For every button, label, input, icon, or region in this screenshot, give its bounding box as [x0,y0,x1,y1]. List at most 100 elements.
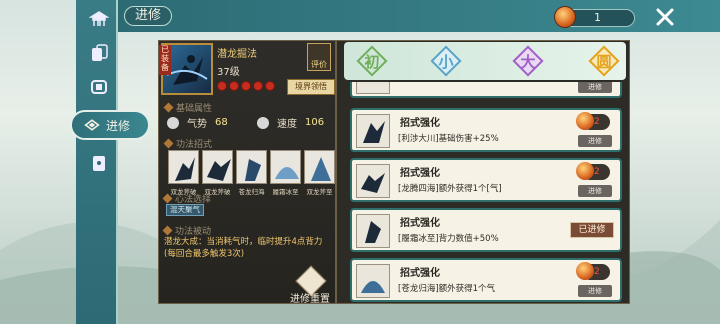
advanced-status-button[interactable]: 已进修 [570,222,614,238]
attr-value: 106 [305,117,325,128]
upgrade-card: 招式强化 [利涉大川]基础伤害+25% 2 进修 [350,108,622,152]
advance-button[interactable]: 进修 [578,135,612,147]
momentum-icon [167,116,179,129]
upgrade-thumb [356,164,390,198]
move-silhouette-icon [175,157,195,181]
reset-button-label[interactable]: 进修重置 [290,290,330,305]
upgrade-title: 招式强化 [400,218,440,229]
star-icon [265,81,275,91]
move-list [168,150,335,184]
nav-advance-label: 进修 [106,118,131,133]
upgrade-title: 招式强化 [400,268,440,279]
dragon-pose-icon [361,173,385,193]
cost-value: 2 [594,267,600,277]
diamond-bullet-icon [162,225,173,236]
currency-coin-icon [554,6,576,28]
upgrade-thumb [356,114,390,148]
move-silhouette-icon [207,159,231,181]
upgrade-desc: [履霜冰至]背力数值+50% [398,234,499,244]
close-icon [656,8,674,26]
base-attrs-label: 基础属性 [176,104,213,114]
dice-icon [93,156,105,171]
scroll-icon [91,80,107,94]
upgrade-thumb [356,82,390,94]
cost-value: 2 [594,117,600,127]
move-card[interactable] [270,150,301,184]
advance-button[interactable]: 进修 [578,285,612,297]
upgrade-card: 进修 [350,82,622,98]
move-card[interactable] [202,150,233,184]
upgrade-card: 招式强化 [履霜冰至]背力数值+50% 已进修 [350,208,622,252]
star-icon [253,81,263,91]
move-silhouette-icon [245,159,261,181]
tab-label: 大 [520,52,536,71]
move-card[interactable] [236,150,267,184]
diamond-bullet-icon [163,102,174,113]
upgrade-title: 招式强化 [400,168,440,179]
move-label: 双龙斧至 [306,188,333,196]
move-label: 苍龙归海 [238,188,265,196]
tab-label: 初 [364,52,380,71]
pavilion-icon [89,11,109,26]
move-silhouette-icon [311,157,331,181]
attr-speed: 速度 106 [257,115,324,130]
azure-dragon-pose-icon [361,281,385,293]
coin-icon [576,262,594,280]
tab-tier-3[interactable]: 大 [508,44,548,78]
nav-cards[interactable] [84,38,114,68]
nav-dice[interactable] [84,148,114,178]
tab-tier-2[interactable]: 小 [426,44,466,78]
upgrade-list: 进修 招式强化 [利涉大川]基础伤害+25% 2 进修 招式强化 [龙腾四海]额… [346,82,626,302]
upgrade-cost: 2 [576,162,610,180]
cards-icon [92,44,108,61]
attr-label: 气势 [187,119,207,130]
upgrade-cost: 2 [576,112,610,130]
diamond-bullet-icon [163,138,174,149]
skill-name: 潜龙掘法 [217,49,257,60]
attr-label: 速度 [277,119,297,130]
advance-icon [84,119,100,131]
nav-advance[interactable]: 进修 [70,110,150,140]
nav-pavilion[interactable] [84,4,114,34]
star-icon [241,81,251,91]
move-card[interactable] [168,150,199,184]
skill-level: 37级 [217,67,240,78]
upgrade-desc: [龙腾四海]额外获得1个[气] [398,184,502,194]
move-card[interactable] [304,150,335,184]
attr-value: 68 [215,117,228,128]
coin-icon [576,162,594,180]
advance-button[interactable]: 进修 [578,185,612,197]
move-label: 履霜冰至 [272,188,299,196]
nav-scroll[interactable] [84,72,114,102]
advance-button[interactable]: 进修 [578,82,612,93]
mind-method-chip[interactable]: 混天聚气 [166,204,204,216]
star-icon [217,81,227,91]
evaluate-button[interactable]: 评价 [307,43,331,71]
upgrade-cost: 2 [576,262,610,280]
evaluate-label: 评价 [311,60,327,69]
tab-label: 圆 [596,52,612,71]
speed-icon [257,116,269,129]
frost-pose-icon [365,221,381,243]
page-title: 进修 [124,6,173,26]
moves-label: 功法招式 [176,140,213,150]
star-rating [217,81,275,91]
moves-heading: 功法招式 [163,137,213,150]
upgrade-thumb [356,214,390,248]
coin-icon [576,112,594,130]
upgrade-title: 招式强化 [400,118,440,129]
base-attrs-heading: 基础属性 [163,101,213,114]
star-icon [229,81,239,91]
tab-tier-1[interactable]: 初 [352,44,392,78]
move-silhouette-icon [275,167,299,179]
passive-description: 潜龙大成：当消耗气时，临时提升4点背力(每回合最多触发3次) [164,237,323,259]
upgrade-card: 招式强化 [龙腾四海]额外获得1个[气] 2 进修 [350,158,622,202]
close-button[interactable] [653,6,677,30]
cost-value: 2 [594,167,600,177]
tab-label: 小 [438,52,454,71]
tab-tier-4[interactable]: 圆 [584,44,624,78]
realm-comprehend-button[interactable]: 境界领悟 [287,79,335,95]
diamond-bullet-icon [162,193,173,204]
upgrade-desc: [利涉大川]基础伤害+25% [398,134,499,144]
equipped-tag: 已装备 [159,45,171,75]
